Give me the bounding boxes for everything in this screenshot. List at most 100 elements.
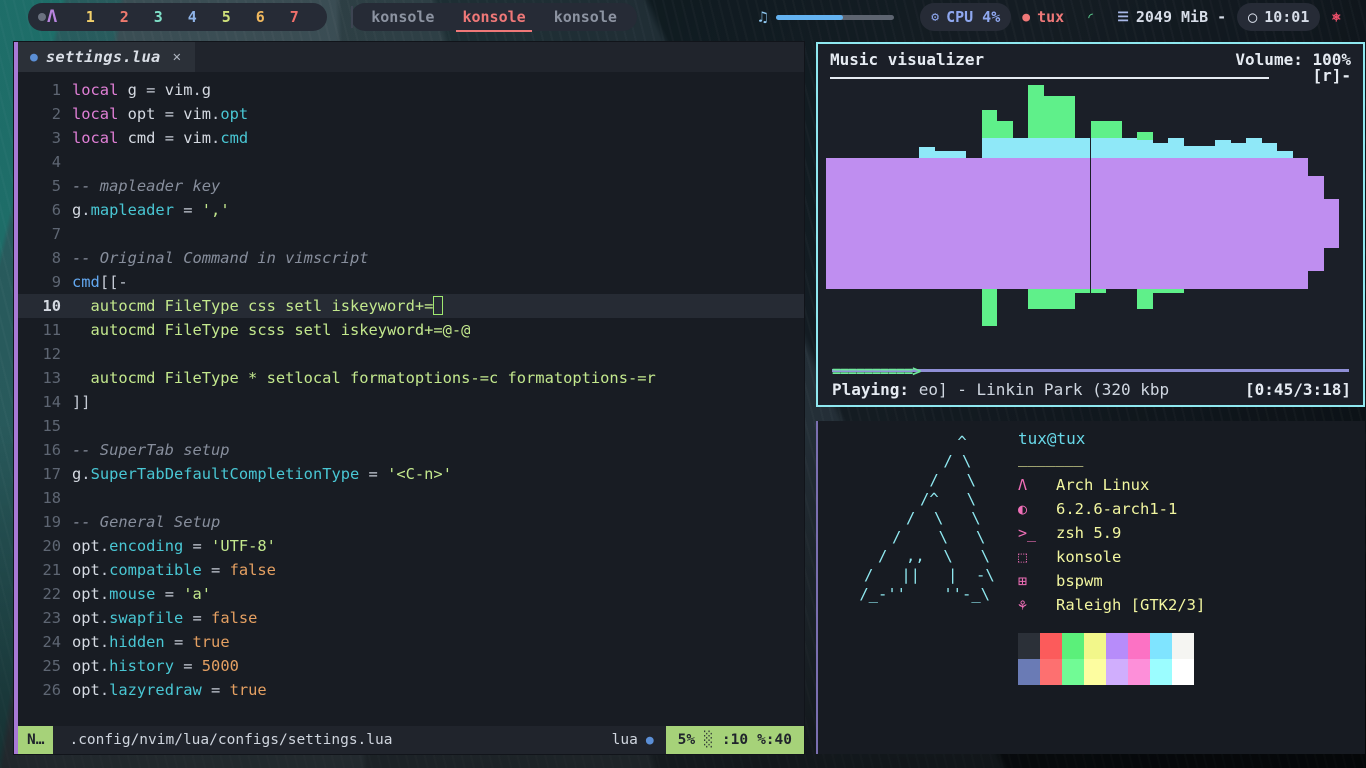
editor-statusline: N… .config/nvim/lua/configs/settings.lua…: [18, 726, 804, 754]
code-line[interactable]: 2 local opt = vim.opt: [18, 102, 804, 126]
workspace-tag-4[interactable]: 4: [175, 8, 209, 26]
workspace-tag-3[interactable]: 3: [141, 8, 175, 26]
code-line[interactable]: 5 -- mapleader key: [18, 174, 804, 198]
code-line[interactable]: 1 local g = vim.g: [18, 78, 804, 102]
editor-file-path: .config/nvim/lua/configs/settings.lua: [69, 732, 393, 748]
now-playing-label: Playing:: [832, 380, 910, 399]
code-line[interactable]: 13 autocmd FileType * setlocal formatopt…: [18, 366, 804, 390]
line-number: 13: [42, 369, 61, 387]
line-text: opt.hidden = true: [72, 633, 230, 651]
close-icon[interactable]: ✕: [173, 49, 181, 65]
visualizer-header: Music visualizer Volume: 100%: [826, 50, 1355, 69]
spectrum-center-band: [1074, 85, 1091, 362]
neofetch-window[interactable]: ^ / \ / \ /^ \ / \ \ / \ \ / ,, \ \ / ||…: [816, 421, 1365, 754]
power-widget[interactable]: ⎈: [1320, 3, 1352, 31]
scroll-glyph-icon: ░: [704, 732, 713, 748]
code-line[interactable]: 23 opt.swapfile = false: [18, 606, 804, 630]
palette-swatch-top-0: [1018, 633, 1040, 659]
now-playing-time: [0:45/3:18]: [1245, 380, 1351, 399]
editor-column-number: %:40: [757, 732, 792, 748]
memory-widget[interactable]: ☰ 2049 MiB -: [1106, 3, 1237, 31]
spectrum-center-band: [888, 85, 904, 362]
code-line[interactable]: 15: [18, 414, 804, 438]
spectrum-center-band: [1137, 85, 1153, 362]
code-line[interactable]: 17 g.SuperTabDefaultCompletionType = '<C-…: [18, 462, 804, 486]
code-line[interactable]: 24 opt.hidden = true: [18, 630, 804, 654]
workspace-tag-list[interactable]: Λ 1 2 3 4 5 6 7: [28, 3, 328, 31]
spectrum-center-band: [1028, 85, 1044, 362]
window-tab-1[interactable]: konsole: [357, 3, 448, 31]
editor-file-tab[interactable]: ● settings.lua ✕: [18, 42, 196, 72]
code-line[interactable]: 18: [18, 486, 804, 510]
visualizer-divider: [r]-: [826, 66, 1355, 85]
power-icon[interactable]: ⎈: [1331, 9, 1341, 25]
code-line[interactable]: 10 autocmd FileType css setl iskeyword+=: [18, 294, 804, 318]
code-line[interactable]: 12: [18, 342, 804, 366]
volume-control[interactable]: ♫: [758, 8, 895, 26]
code-line[interactable]: 7: [18, 222, 804, 246]
line-number: 21: [42, 561, 61, 579]
spectrum-center-band: [857, 85, 873, 362]
code-line[interactable]: 25 opt.history = 5000: [18, 654, 804, 678]
code-line[interactable]: 22 opt.mouse = 'a': [18, 582, 804, 606]
volume-slider[interactable]: [776, 14, 895, 20]
line-number: 23: [42, 609, 61, 627]
line-text: opt.encoding = 'UTF-8': [72, 537, 276, 555]
palette-swatch-top-2: [1062, 633, 1084, 659]
palette-swatch-top-5: [1128, 633, 1150, 659]
neofetch-theme-value: Raleigh [GTK2/3]: [1056, 596, 1206, 614]
clock-widget[interactable]: ◯ 10:01: [1237, 3, 1321, 31]
user-icon: ●: [1022, 9, 1031, 25]
spectrum-center-band: [872, 85, 889, 362]
user-label: tux: [1037, 8, 1065, 26]
line-text: -- mapleader key: [72, 177, 221, 195]
code-line[interactable]: 20 opt.encoding = 'UTF-8': [18, 534, 804, 558]
palette-swatch-bottom-7: [1172, 659, 1194, 685]
status-bar-right: ♫ ⚙ CPU 4% ● tux ◜ ☰ 2049 MiB - ◯ 10:01 …: [758, 3, 1366, 31]
line-number: 15: [42, 417, 61, 435]
spectrum-center-band: [1292, 85, 1309, 362]
line-number: 7: [51, 225, 61, 243]
workspace-tag-2[interactable]: 2: [107, 8, 141, 26]
line-text: local cmd = vim.cmd: [72, 129, 249, 147]
visualizer-mode-tag[interactable]: [r]-: [1312, 66, 1351, 85]
code-line[interactable]: 11 autocmd FileType scss setl iskeyword+…: [18, 318, 804, 342]
window-tab-2-active[interactable]: konsole: [448, 3, 539, 32]
workspace-tag-5[interactable]: 5: [209, 8, 243, 26]
code-line[interactable]: 14]]: [18, 390, 804, 414]
code-line[interactable]: 21 opt.compatible = false: [18, 558, 804, 582]
code-line[interactable]: 16 -- SuperTab setup: [18, 438, 804, 462]
visualizer-spectrum: [826, 85, 1355, 362]
line-text: local g = vim.g: [72, 81, 212, 99]
line-text: local opt = vim.opt: [72, 105, 249, 123]
code-line[interactable]: 4: [18, 150, 804, 174]
spectrum-center-band: [1012, 85, 1029, 362]
visualizer-footer: ==========> Playing: eo] - Linkin Park (…: [826, 362, 1355, 401]
playback-seek-bar[interactable]: ==========>: [828, 362, 1353, 380]
spectrum-center-band: [981, 85, 998, 362]
neovim-window[interactable]: ● settings.lua ✕ 1 local g = vim.g 2 local …: [14, 42, 804, 754]
arch-icon[interactable]: Λ: [47, 8, 57, 26]
neofetch-row-terminal: ⬚ konsole: [1018, 545, 1355, 569]
code-line[interactable]: 26 opt.lazyredraw = true: [18, 678, 804, 702]
editor-tabline[interactable]: ● settings.lua ✕: [18, 42, 804, 72]
editor-filetype-label: lua: [611, 732, 638, 748]
workspace-tag-1[interactable]: 1: [73, 8, 107, 26]
wifi-widget[interactable]: ◜: [1075, 3, 1106, 31]
window-tab-3[interactable]: konsole: [540, 3, 631, 31]
workspace-tag-6[interactable]: 6: [243, 8, 277, 26]
code-line[interactable]: 6 g.mapleader = ',': [18, 198, 804, 222]
code-line[interactable]: 9 cmd[[-: [18, 270, 804, 294]
editor-code-area[interactable]: 1 local g = vim.g 2 local opt = vim.opt 3 loc…: [18, 72, 804, 726]
line-text: opt.compatible = false: [72, 561, 276, 579]
music-visualizer-window[interactable]: Music visualizer Volume: 100% [r]- =====…: [816, 42, 1365, 407]
code-line[interactable]: 8 -- Original Command in vimscript: [18, 246, 804, 270]
neofetch-row-theme: ⚘ Raleigh [GTK2/3]: [1018, 593, 1355, 617]
line-number: 11: [42, 321, 61, 339]
code-line[interactable]: 3 local cmd = vim.cmd: [18, 126, 804, 150]
code-line[interactable]: 19 -- General Setup: [18, 510, 804, 534]
user-widget[interactable]: ● tux: [1011, 3, 1075, 31]
window-tab-list[interactable]: konsole konsole konsole: [351, 3, 637, 32]
workspace-tag-7[interactable]: 7: [277, 8, 311, 26]
cpu-widget[interactable]: ⚙ CPU 4%: [920, 3, 1012, 31]
